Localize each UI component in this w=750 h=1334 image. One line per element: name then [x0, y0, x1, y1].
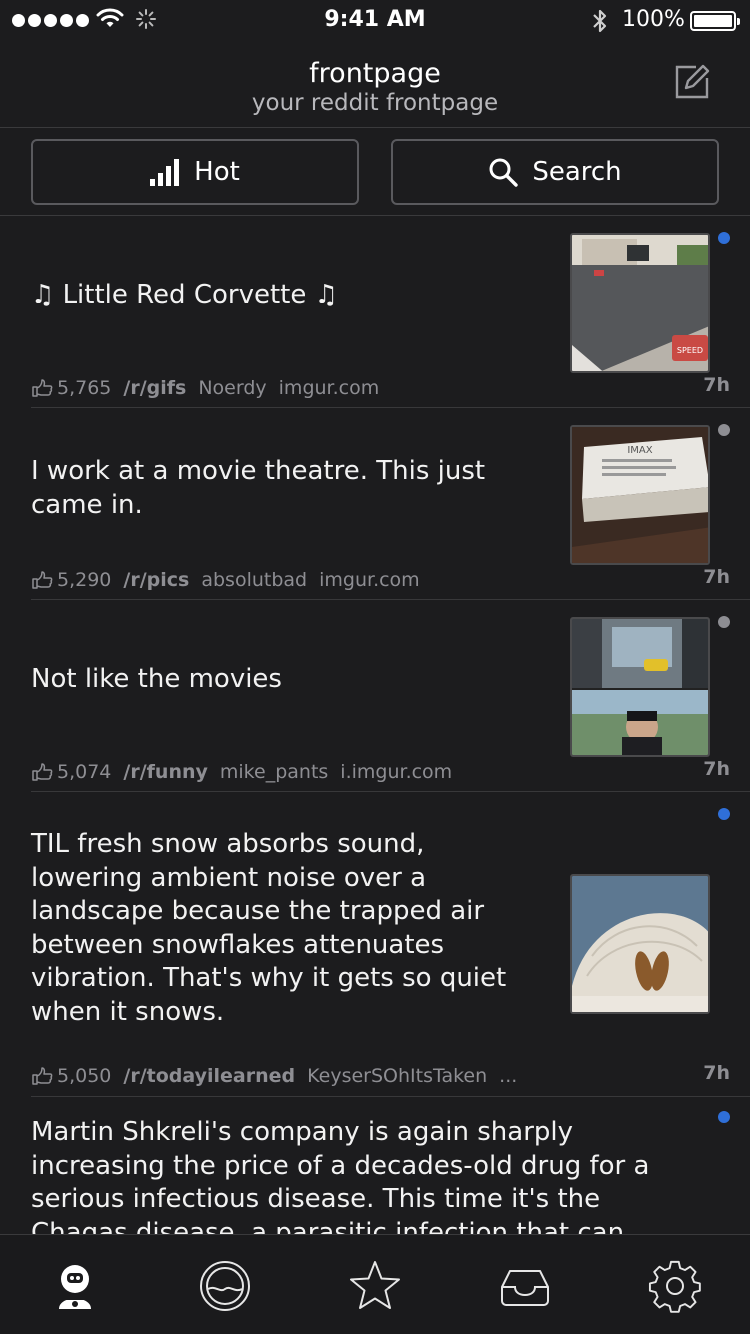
status-bar: 9:41 AM 100%: [0, 0, 750, 42]
score-value: 5,074: [57, 761, 112, 783]
battery-icon: [690, 11, 740, 31]
subreddit-link[interactable]: /r/gifs: [123, 377, 186, 399]
post-meta: 5,050 /r/todayilearned KeyserSOhItsTaken…: [31, 1065, 517, 1087]
inbox-tab-icon[interactable]: [498, 1259, 552, 1313]
score: 5,765: [31, 377, 111, 399]
bar-chart-icon: [150, 159, 180, 186]
author-link[interactable]: Noerdy: [198, 377, 266, 399]
post-title[interactable]: Not like the movies: [31, 663, 541, 697]
page-title: frontpage: [309, 58, 441, 89]
unread-indicator: [718, 808, 730, 820]
post-age: 7h: [703, 1062, 730, 1084]
post-item[interactable]: I work at a movie theatre. This just cam…: [0, 408, 750, 600]
favorites-tab-icon[interactable]: [348, 1259, 402, 1313]
post-meta: 5,074 /r/funny mike_pants i.imgur.com: [31, 761, 452, 783]
post-age: 7h: [703, 758, 730, 780]
movie-stills-thumbnail: [572, 619, 708, 755]
unread-indicator: [718, 232, 730, 244]
post-age: 7h: [703, 566, 730, 588]
score-value: 5,050: [57, 1065, 112, 1087]
subreddit-link[interactable]: /r/funny: [123, 761, 207, 783]
post-item[interactable]: Not like the movies 5,074 /r/funny mike_…: [0, 600, 750, 792]
post-meta: 5,765 /r/gifs Noerdy imgur.com: [31, 377, 379, 399]
imax-box-thumbnail: IMAX: [572, 427, 708, 563]
post-title[interactable]: I work at a movie theatre. This just cam…: [31, 455, 541, 522]
battery-percentage: 100%: [622, 7, 685, 32]
street-gif-thumbnail: SPEED: [572, 235, 708, 371]
subreddit-link[interactable]: /r/todayilearned: [123, 1065, 295, 1087]
domain-label: imgur.com: [278, 377, 380, 399]
author-link[interactable]: mike_pants: [220, 761, 328, 783]
read-indicator: [718, 424, 730, 436]
bluetooth-icon: [593, 9, 607, 33]
tab-bar: [0, 1234, 750, 1334]
author-link[interactable]: KeyserSOhItsTaken: [307, 1065, 487, 1087]
post-title[interactable]: ♫ Little Red Corvette ♫: [31, 279, 541, 313]
upvote-hand-icon: [32, 1067, 53, 1085]
sort-hot-button[interactable]: Hot: [31, 139, 359, 205]
post-thumbnail[interactable]: [570, 617, 710, 757]
upvote-hand-icon: [32, 379, 53, 397]
upvote-hand-icon: [32, 571, 53, 589]
domain-label: i.imgur.com: [340, 761, 453, 783]
post-thumbnail[interactable]: [570, 874, 710, 1014]
score: 5,290: [31, 569, 111, 591]
page-subtitle: your reddit frontpage: [251, 90, 499, 116]
igloo-thumbnail: [572, 876, 708, 1012]
settings-tab-icon[interactable]: [648, 1259, 702, 1313]
post-item[interactable]: TIL fresh snow absorbs sound, lowering a…: [0, 792, 750, 1097]
post-meta: 5,290 /r/pics absolutbad imgur.com: [31, 569, 420, 591]
domain-label: imgur.com: [319, 569, 420, 591]
post-title[interactable]: TIL fresh snow absorbs sound, lowering a…: [31, 828, 541, 1029]
score-value: 5,765: [57, 377, 112, 399]
sort-hot-label: Hot: [194, 157, 240, 187]
svg-text:SPEED: SPEED: [677, 346, 703, 355]
author-link[interactable]: absolutbad: [201, 569, 307, 591]
nav-header: frontpage your reddit frontpage: [0, 42, 750, 128]
post-item[interactable]: Martin Shkreli's company is again sharpl…: [0, 1097, 750, 1234]
compose-icon[interactable]: [672, 62, 712, 102]
unread-indicator: [718, 1111, 730, 1123]
post-item[interactable]: ♫ Little Red Corvette ♫ SPEED 5,765 /r/g…: [0, 216, 750, 408]
domain-label: ...: [499, 1065, 518, 1087]
frontpage-tab-icon[interactable]: [48, 1259, 102, 1313]
post-feed[interactable]: ♫ Little Red Corvette ♫ SPEED 5,765 /r/g…: [0, 216, 750, 1234]
score: 5,074: [31, 761, 111, 783]
upvote-hand-icon: [32, 763, 53, 781]
read-indicator: [718, 616, 730, 628]
search-icon: [489, 158, 519, 187]
score-value: 5,290: [57, 569, 112, 591]
post-age: 7h: [703, 374, 730, 396]
post-thumbnail[interactable]: SPEED: [570, 233, 710, 373]
post-title[interactable]: Martin Shkreli's company is again sharpl…: [31, 1116, 691, 1234]
post-thumbnail[interactable]: IMAX: [570, 425, 710, 565]
svg-text:IMAX: IMAX: [627, 445, 652, 456]
subreddit-link[interactable]: /r/pics: [123, 569, 189, 591]
search-label: Search: [532, 157, 622, 187]
subreddits-tab-icon[interactable]: [198, 1259, 252, 1313]
search-button[interactable]: Search: [391, 139, 719, 205]
score: 5,050: [31, 1065, 111, 1087]
